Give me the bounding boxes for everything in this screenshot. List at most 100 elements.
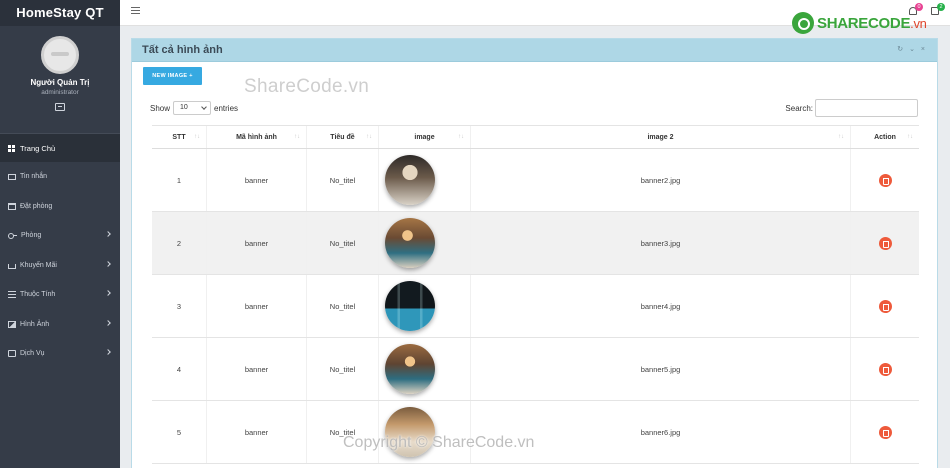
page-size-control: Show 10 entries: [150, 101, 238, 115]
sort-icon: ↑↓: [907, 134, 913, 140]
cell-action: [851, 338, 919, 400]
cell-image: [379, 401, 471, 463]
sidebar-item-label: Tin nhắn: [20, 173, 47, 181]
cell-image: [379, 338, 471, 400]
chevron-right-icon: [105, 290, 111, 296]
sidebar-item-label: Dịch Vụ: [20, 350, 45, 358]
chevron-right-icon: [105, 349, 111, 355]
chevron-right-icon: [105, 231, 111, 237]
sidebar-menu: Trang Chủ Tin nhắn Đặt phòng Phòng Khuyế…: [0, 134, 120, 369]
sidebar-item-phong[interactable]: Phòng: [0, 221, 120, 251]
image-icon: [8, 320, 16, 328]
page-title: Tất cả hình ảnh: [142, 44, 223, 56]
cell-image2: banner6.jpg: [471, 401, 851, 463]
image-thumbnail[interactable]: [385, 155, 435, 205]
cell-code: banner: [207, 212, 307, 274]
sharecode-logo-icon: [792, 12, 814, 34]
column-header-image2[interactable]: image 2 ↑↓: [471, 126, 851, 148]
show-label: Show: [150, 103, 171, 113]
delete-icon[interactable]: [878, 299, 892, 313]
sidebar-item-label: Thuộc Tính: [20, 291, 56, 299]
watermark-top: ShareCode.vn: [244, 76, 370, 97]
key-icon: [8, 232, 17, 240]
chevron-right-icon: [105, 319, 111, 326]
avatar[interactable]: [41, 36, 79, 74]
page-size-select[interactable]: 10: [173, 101, 212, 115]
cell-title: No_titel: [307, 275, 379, 337]
cell-image2: banner4.jpg: [471, 275, 851, 337]
sidebar-item-dich-vu[interactable]: Dịch Vụ: [0, 339, 120, 369]
table-row: 2 banner No_titel banner3.jpg: [152, 212, 919, 275]
menu-toggle-icon[interactable]: [131, 7, 140, 14]
sidebar-item-tin-nhan[interactable]: Tin nhắn: [0, 162, 120, 192]
sidebar-item-label: Hình Ảnh: [20, 320, 50, 328]
cell-image: [379, 212, 471, 274]
sidebar-item-thuoc-tinh[interactable]: Thuộc Tính: [0, 280, 120, 310]
column-header-stt[interactable]: STT ↑↓: [152, 126, 207, 148]
delete-icon[interactable]: [878, 425, 892, 439]
table-row: 3 banner No_titel banner4.jpg: [152, 275, 919, 338]
delete-icon[interactable]: [878, 236, 892, 250]
image-thumbnail[interactable]: [385, 218, 435, 268]
sidebar-item-label: Khuyến Mãi: [20, 261, 57, 269]
sidebar-item-trang-chu[interactable]: Trang Chủ: [0, 134, 120, 162]
table-row: 1 banner No_titel banner2.jpg: [152, 149, 919, 212]
search-control: Search:: [785, 99, 918, 117]
column-header-image[interactable]: image ↑↓: [379, 126, 471, 148]
column-header-code[interactable]: Mã hình ảnh ↑↓: [207, 126, 307, 148]
cell-stt: 5: [152, 401, 207, 463]
cell-action: [851, 275, 919, 337]
sidebar-item-label: Phòng: [21, 232, 42, 240]
user-role: administrator: [41, 89, 79, 96]
search-input[interactable]: [815, 99, 918, 117]
message-badge: 2: [937, 3, 945, 11]
cell-stt: 2: [152, 212, 207, 274]
sidebar-item-khuyen-mai[interactable]: Khuyến Mãi: [0, 251, 120, 281]
cell-title: No_titel: [307, 149, 379, 211]
sidebar-item-hinh-anh[interactable]: Hình Ảnh: [0, 310, 120, 340]
table-row: 4 banner No_titel banner5.jpg: [152, 338, 919, 401]
service-icon: [8, 350, 16, 358]
cell-code: banner: [207, 401, 307, 463]
avatar-placeholder-icon: [51, 52, 69, 56]
cell-title: No_titel: [307, 401, 379, 463]
sidebar-item-dat-phong[interactable]: Đặt phòng: [0, 192, 120, 222]
sharecode-logo: SHARECODE.vn: [792, 12, 927, 34]
cell-action: [851, 212, 919, 274]
sort-icon: ↑↓: [458, 134, 464, 140]
column-header-title[interactable]: Tiêu đề ↑↓: [307, 126, 379, 148]
calendar-icon: [8, 202, 16, 210]
envelope-icon: [8, 173, 16, 180]
column-header-action[interactable]: Action ↑↓: [851, 126, 919, 148]
images-card: Tất cả hình ảnh ↻ ⌄ × NEW IMAGE + Show 1…: [131, 38, 938, 468]
delete-icon[interactable]: [878, 173, 892, 187]
card-tools-icons[interactable]: ↻ ⌄ ×: [897, 45, 927, 53]
cell-image2: banner5.jpg: [471, 338, 851, 400]
cell-code: banner: [207, 275, 307, 337]
sort-icon: ↑↓: [366, 134, 372, 140]
sidebar: HomeStay QT Người Quản Trị administrator…: [0, 0, 120, 468]
logout-icon[interactable]: [55, 103, 65, 111]
sidebar-item-label: Trang Chủ: [20, 143, 56, 153]
cell-image2: banner2.jpg: [471, 149, 851, 211]
cell-code: banner: [207, 338, 307, 400]
cell-title: No_titel: [307, 338, 379, 400]
cell-image: [379, 275, 471, 337]
cell-action: [851, 149, 919, 211]
cell-stt: 1: [152, 149, 207, 211]
user-name: Người Quản Trị: [30, 78, 90, 87]
cell-stt: 3: [152, 275, 207, 337]
image-thumbnail[interactable]: [385, 281, 435, 331]
delete-icon[interactable]: [878, 362, 892, 376]
search-label: Search:: [785, 103, 813, 113]
cell-image2: banner3.jpg: [471, 212, 851, 274]
new-image-button[interactable]: NEW IMAGE +: [143, 67, 202, 85]
image-thumbnail[interactable]: [385, 344, 435, 394]
user-profile: Người Quản Trị administrator: [0, 26, 120, 134]
basket-icon: [8, 263, 16, 269]
list-icon: [8, 291, 16, 299]
cell-image: [379, 149, 471, 211]
notification-badge: 0: [915, 3, 923, 11]
table-header-row: STT ↑↓ Mã hình ảnh ↑↓ Tiêu đề ↑↓ image ↑↓ im…: [152, 125, 919, 149]
brand-title[interactable]: HomeStay QT: [0, 0, 120, 26]
